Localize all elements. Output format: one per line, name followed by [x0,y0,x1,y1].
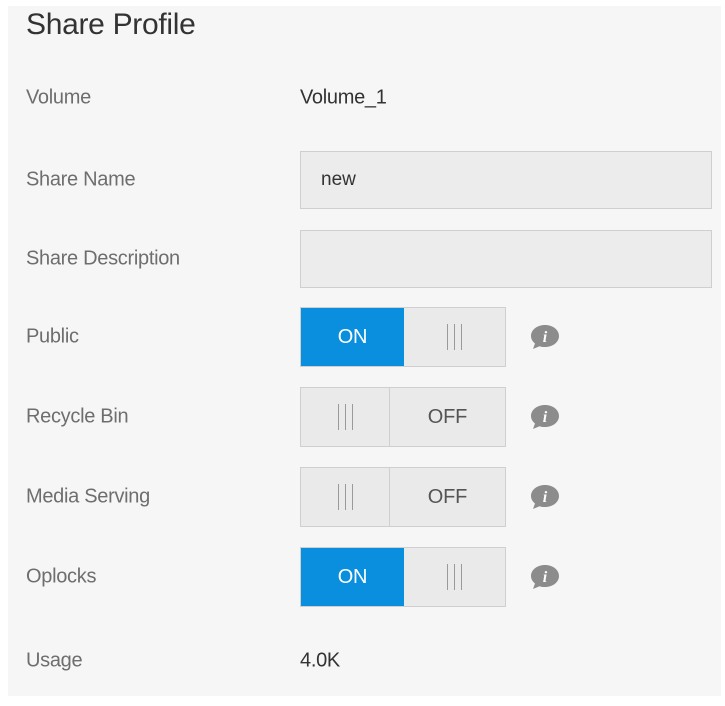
info-icon[interactable]: i [530,564,560,590]
oplocks-row: Oplocks ON i [8,547,721,607]
share-description-row: Share Description [8,230,721,288]
public-label: Public [26,325,79,348]
grip-icon [301,388,390,446]
share-name-row: Share Name [8,151,721,209]
svg-text:i: i [543,569,548,586]
volume-row: Volume Volume_1 [8,76,721,120]
oplocks-toggle[interactable]: ON [300,547,506,607]
svg-text:i: i [543,489,548,506]
info-icon[interactable]: i [530,404,560,430]
info-icon[interactable]: i [530,484,560,510]
oplocks-label: Oplocks [26,565,97,588]
volume-value: Volume_1 [300,86,387,109]
toggle-on-label: ON [301,308,404,366]
share-name-label: Share Name [26,168,136,191]
info-icon[interactable]: i [530,324,560,350]
toggle-on-label: ON [301,548,404,606]
svg-text:i: i [543,329,548,346]
media-serving-row: Media Serving OFF i [8,467,721,527]
recycle-bin-label: Recycle Bin [26,405,129,428]
share-name-input[interactable] [300,151,712,209]
svg-text:i: i [543,409,548,426]
share-description-label: Share Description [26,247,180,270]
share-description-input[interactable] [300,230,712,288]
grip-icon [404,308,505,366]
toggle-off-label: OFF [427,485,468,508]
media-serving-label: Media Serving [26,485,150,508]
usage-value: 4.0K [300,649,340,672]
page-title: Share Profile [26,8,196,41]
toggle-off-label: OFF [427,405,468,428]
grip-icon [301,468,390,526]
share-profile-panel: Share Profile Volume Volume_1 Share Name… [8,6,721,696]
volume-label: Volume [26,86,91,109]
recycle-bin-toggle[interactable]: OFF [300,387,506,447]
public-row: Public ON i [8,307,721,367]
usage-row: Usage 4.0K [8,639,721,683]
grip-icon [404,548,505,606]
usage-label: Usage [26,649,83,672]
media-serving-toggle[interactable]: OFF [300,467,506,527]
public-toggle[interactable]: ON [300,307,506,367]
recycle-bin-row: Recycle Bin OFF i [8,387,721,447]
